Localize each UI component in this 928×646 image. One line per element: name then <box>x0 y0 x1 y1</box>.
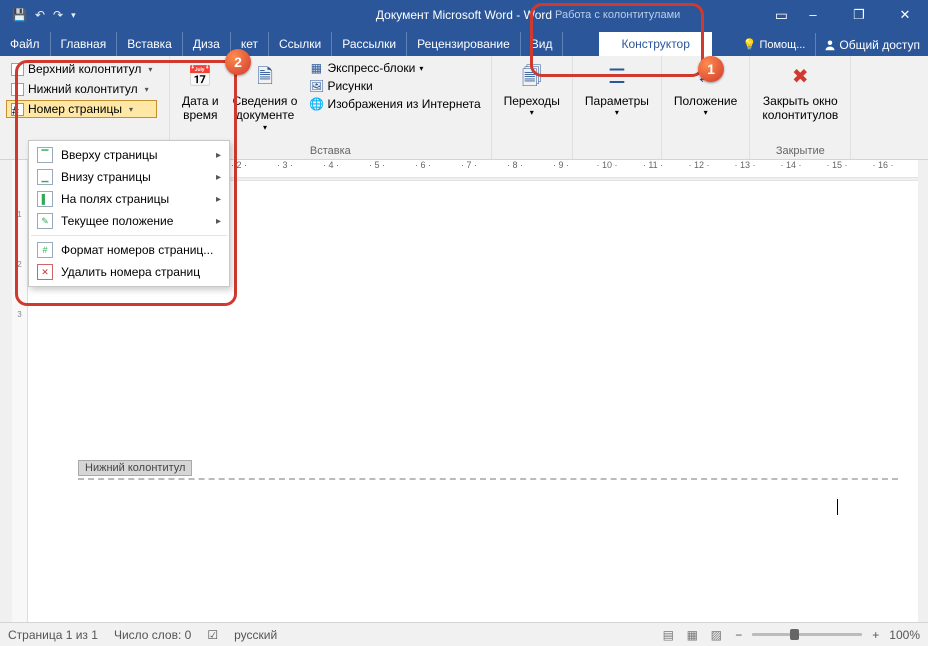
online-pictures-button[interactable]: 🌐Изображения из Интернета <box>305 96 484 112</box>
save-icon[interactable]: 💾 <box>12 8 27 22</box>
share-icon <box>824 39 836 51</box>
group-label-close: Закрытие <box>756 143 844 157</box>
header-icon <box>11 63 24 76</box>
docinfo-icon: 🗎 <box>250 62 280 92</box>
zoom-level[interactable]: 100% <box>889 628 920 642</box>
transitions-icon: 🗐 <box>517 62 547 92</box>
format-icon: # <box>37 242 53 258</box>
window-controls: – ❐ ✕ <box>790 7 928 23</box>
menu-top-of-page[interactable]: ▔Вверху страницы▸ <box>29 144 229 166</box>
page-number-button[interactable]: #Номер страницы▾ <box>6 100 157 118</box>
status-page[interactable]: Страница 1 из 1 <box>8 628 98 642</box>
close-button[interactable]: ✕ <box>882 7 928 23</box>
context-tab-label: Работа с колонтитулами <box>555 9 680 21</box>
tab-view[interactable]: Вид <box>521 32 564 56</box>
window-title: Документ Microsoft Word - Word <box>376 8 552 22</box>
view-buttons: ▤ ▦ ▨ <box>659 628 725 642</box>
undo-icon[interactable]: ↶ <box>35 8 45 22</box>
quickparts-icon: ▦ <box>309 61 323 75</box>
qat-customize-icon[interactable]: ▾ <box>71 10 76 21</box>
share-button[interactable]: Общий доступ <box>816 34 928 56</box>
curpos-icon: ✎ <box>37 213 53 229</box>
titlebar: 💾 ↶ ↷ ▾ Документ Microsoft Word - Word Р… <box>0 0 928 30</box>
parameters-button[interactable]: ☰Параметры▾ <box>579 60 655 120</box>
tab-designer[interactable]: Конструктор <box>599 32 711 56</box>
minimize-button[interactable]: – <box>790 7 836 23</box>
submenu-arrow-icon: ▸ <box>216 172 221 183</box>
margins-icon: ▌ <box>37 191 53 207</box>
menu-page-margins[interactable]: ▌На полях страницы▸ <box>29 188 229 210</box>
zoom-in-icon[interactable]: + <box>872 628 879 642</box>
datetime-button[interactable]: 📅Дата и время <box>176 60 225 125</box>
footer-icon <box>11 83 24 96</box>
close-hf-icon: ✖ <box>785 62 815 92</box>
group-close: ✖Закрыть окно колонтитулов Закрытие <box>750 56 851 159</box>
online-pictures-icon: 🌐 <box>309 97 323 111</box>
docinfo-button[interactable]: 🗎Сведения о документе▾ <box>227 60 304 134</box>
status-language[interactable]: русский <box>234 628 277 642</box>
footer-boundary-line <box>78 478 898 480</box>
view-printlayout-icon[interactable]: ▦ <box>683 628 701 642</box>
zoom-out-icon[interactable]: − <box>735 628 742 642</box>
tab-layout[interactable]: кет <box>231 32 269 56</box>
quick-parts-button[interactable]: ▦Экспресс-блоки ▾ <box>305 60 484 76</box>
bottom-icon: ▁ <box>37 169 53 185</box>
spellcheck-icon[interactable]: ☑ <box>207 628 218 642</box>
tab-review[interactable]: Рецензирование <box>407 32 521 56</box>
view-readmode-icon[interactable]: ▤ <box>659 628 677 642</box>
text-cursor <box>837 499 838 515</box>
top-icon: ▔ <box>37 147 53 163</box>
footer-area-label: Нижний колонтитул <box>78 460 192 476</box>
ribbon-display-options-icon[interactable]: ▭ <box>775 7 788 24</box>
group-options: ☰Параметры▾ <box>573 56 662 159</box>
footer-button[interactable]: Нижний колонтитул▾ <box>6 80 157 98</box>
close-header-footer-button[interactable]: ✖Закрыть окно колонтитулов <box>756 60 844 125</box>
status-bar: Страница 1 из 1 Число слов: 0 ☑ русский … <box>0 622 928 646</box>
status-words[interactable]: Число слов: 0 <box>114 628 191 642</box>
menu-separator <box>31 235 227 236</box>
quick-access-toolbar: 💾 ↶ ↷ ▾ <box>0 8 76 22</box>
submenu-arrow-icon: ▸ <box>216 216 221 227</box>
position-icon: ↔ <box>691 62 721 92</box>
pictures-icon: 🖼 <box>309 79 323 93</box>
tab-tell-me[interactable]: 💡 Помощ... <box>733 33 817 56</box>
position-button[interactable]: ↔Положение▾ <box>668 60 743 120</box>
redo-icon[interactable]: ↷ <box>53 8 63 22</box>
tab-file[interactable]: Файл <box>0 32 51 56</box>
tab-home[interactable]: Главная <box>51 32 118 56</box>
tab-design[interactable]: Диза <box>183 32 231 56</box>
menu-format-page-numbers[interactable]: #Формат номеров страниц... <box>29 239 229 261</box>
page-number-dropdown: ▔Вверху страницы▸ ▁Внизу страницы▸ ▌На п… <box>28 140 230 287</box>
menu-current-position[interactable]: ✎Текущее положение▸ <box>29 210 229 232</box>
group-navigation: 🗐Переходы▾ <box>492 56 573 159</box>
group-position: ↔Положение▾ <box>662 56 750 159</box>
transitions-button[interactable]: 🗐Переходы▾ <box>498 60 566 120</box>
menu-remove-page-numbers[interactable]: ✕Удалить номера страниц <box>29 261 229 283</box>
ribbon-tabs: Файл Главная Вставка Диза кет Ссылки Рас… <box>0 30 928 56</box>
vertical-ruler[interactable]: 1 2 3 <box>12 160 28 622</box>
zoom-slider[interactable] <box>752 633 862 636</box>
pictures-button[interactable]: 🖼Рисунки <box>305 78 484 94</box>
maximize-button[interactable]: ❐ <box>836 7 882 23</box>
calendar-icon: 📅 <box>185 62 215 92</box>
view-weblayout-icon[interactable]: ▨ <box>707 628 725 642</box>
tab-mailings[interactable]: Рассылки <box>332 32 407 56</box>
pagenum-icon: # <box>11 103 24 116</box>
submenu-arrow-icon: ▸ <box>216 194 221 205</box>
header-button[interactable]: Верхний колонтитул▾ <box>6 60 157 78</box>
tab-insert[interactable]: Вставка <box>117 32 183 56</box>
remove-icon: ✕ <box>37 264 53 280</box>
submenu-arrow-icon: ▸ <box>216 150 221 161</box>
menu-bottom-of-page[interactable]: ▁Внизу страницы▸ <box>29 166 229 188</box>
params-icon: ☰ <box>602 62 632 92</box>
tab-references[interactable]: Ссылки <box>269 32 332 56</box>
